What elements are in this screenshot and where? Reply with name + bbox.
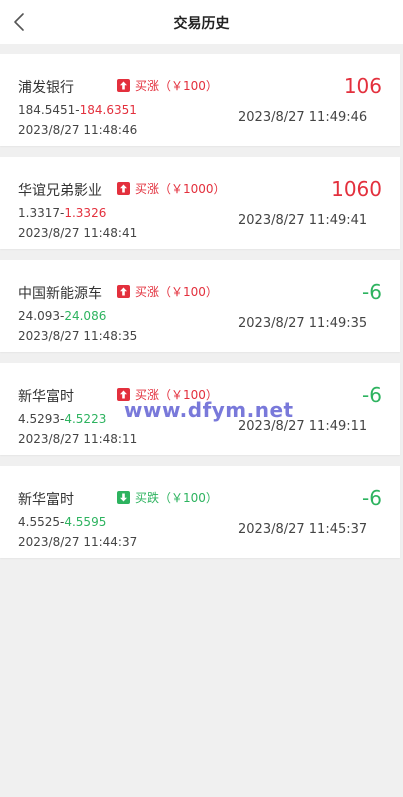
direction-badge: 买涨（￥100）: [117, 77, 218, 94]
direction-badge: 买涨（￥100）: [117, 283, 218, 300]
stock-name: 新华富时: [18, 389, 74, 405]
trade-card[interactable]: 华谊兄弟影业 买涨（￥1000） 1.3317-1.3326 2023/8/27…: [0, 157, 400, 249]
open-time: 2023/8/27 11:48:41: [18, 226, 138, 240]
trade-card[interactable]: 中国新能源车 买涨（￥100） 24.093-24.086 2023/8/27 …: [0, 260, 400, 352]
arrow-up-icon: [117, 182, 130, 195]
stock-name: 中国新能源车: [18, 286, 102, 302]
close-time: 2023/8/27 11:49:46: [238, 110, 368, 125]
open-time: 2023/8/27 11:44:37: [18, 535, 138, 549]
close-price: 184.6351: [79, 103, 137, 117]
profit-loss: -6: [362, 383, 382, 407]
open-time: 2023/8/27 11:48:46: [18, 123, 138, 137]
price-range: 184.5451-184.6351: [18, 103, 137, 117]
open-time: 2023/8/27 11:48:35: [18, 329, 138, 343]
price-range: 24.093-24.086: [18, 309, 106, 323]
close-price: 1.3326: [64, 206, 107, 220]
close-time: 2023/8/27 11:45:37: [238, 522, 368, 537]
stock-name: 浦发银行: [18, 80, 74, 96]
arrow-down-icon: [117, 491, 130, 504]
open-price: 1.3317: [18, 206, 60, 220]
price-range: 4.5525-4.5595: [18, 515, 106, 529]
profit-loss: -6: [362, 486, 382, 510]
open-price: 184.5451: [18, 103, 76, 117]
watermark: www.dfym.net: [124, 398, 294, 422]
trade-history-list: 浦发银行 买涨（￥100） 184.5451-184.6351 2023/8/2…: [0, 54, 403, 569]
profit-loss: -6: [362, 280, 382, 304]
stock-name: 新华富时: [18, 492, 74, 508]
page-title: 交易历史: [173, 16, 230, 32]
close-time: 2023/8/27 11:49:41: [238, 213, 368, 228]
open-price: 4.5525: [18, 515, 60, 529]
header-bar: 交易历史: [0, 0, 403, 44]
open-price: 4.5293: [18, 412, 60, 426]
trade-card[interactable]: 新华富时 买跌（￥100） 4.5525-4.5595 2023/8/27 11…: [0, 466, 400, 558]
close-price: 4.5595: [64, 515, 107, 529]
open-time: 2023/8/27 11:48:11: [18, 432, 138, 446]
close-price: 24.086: [64, 309, 107, 323]
direction-label: 买涨（￥100）: [135, 285, 218, 299]
direction-label: 买涨（￥100）: [135, 79, 218, 93]
direction-label: 买跌（￥100）: [135, 491, 218, 505]
profit-loss: 1060: [331, 177, 382, 201]
profit-loss: 106: [343, 74, 382, 98]
price-range: 1.3317-1.3326: [18, 206, 106, 220]
trade-card[interactable]: 浦发银行 买涨（￥100） 184.5451-184.6351 2023/8/2…: [0, 54, 400, 146]
arrow-up-icon: [117, 285, 130, 298]
close-price: 4.5223: [64, 412, 107, 426]
arrow-up-icon: [117, 79, 130, 92]
stock-name: 华谊兄弟影业: [18, 183, 102, 199]
open-price: 24.093: [18, 309, 60, 323]
direction-badge: 买涨（￥1000）: [117, 180, 226, 197]
close-time: 2023/8/27 11:49:35: [238, 316, 368, 331]
direction-badge: 买跌（￥100）: [117, 489, 218, 506]
price-range: 4.5293-4.5223: [18, 412, 106, 426]
direction-label: 买涨（￥1000）: [135, 182, 226, 196]
